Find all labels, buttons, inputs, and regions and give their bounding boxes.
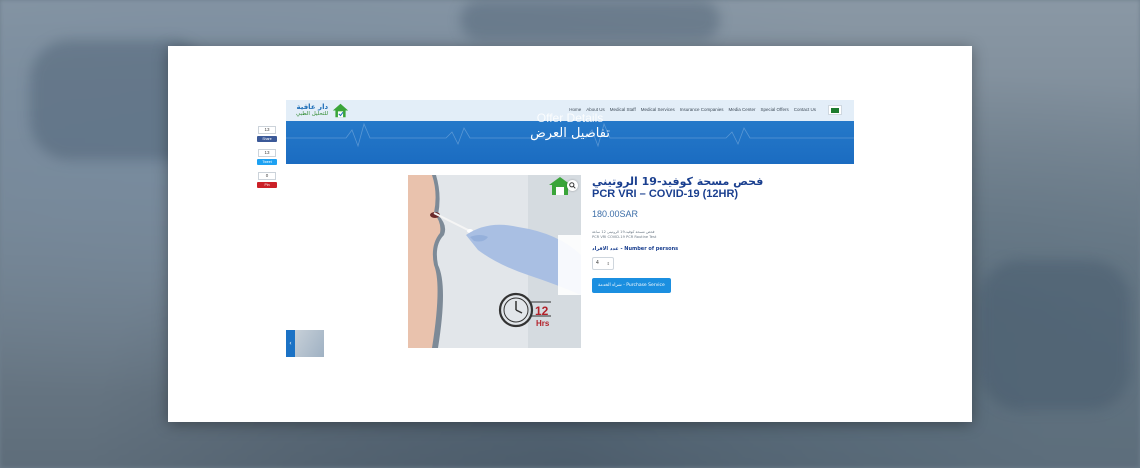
persons-label: عدد الافراد - Number of persons	[592, 245, 679, 252]
facebook-share-count: 13	[258, 126, 276, 134]
product-details: فحص مسحة كوفيد-19 الروتيني PCR VRI – COV…	[592, 175, 792, 293]
product-image[interactable]: 12 Hrs	[408, 175, 581, 348]
product-title-ar: فحص مسحة كوفيد-19 الروتيني	[592, 175, 764, 188]
banner-title-ar: تفاصيل العرض	[530, 126, 610, 141]
product-description: فحص مسحة كوفيد-19 الروتيني 12 ساعة PCR V…	[592, 230, 657, 240]
pinterest-share-count: 0	[258, 172, 276, 180]
social-share: 13 Share 13 Tweet 0 Pin	[256, 126, 278, 193]
product-thumbnail[interactable]: ‹	[286, 330, 324, 357]
hours-badge-unit: Hrs	[536, 319, 550, 328]
background-shape	[460, 0, 720, 40]
twitter-share-count: 13	[258, 149, 276, 157]
purchase-service-button[interactable]: شراء الخدمة - Purchase Service	[592, 277, 671, 293]
quantity-value[interactable]: 4	[596, 260, 599, 266]
hours-badge-number: 12	[535, 304, 549, 318]
pcr-swab-illustration	[408, 175, 581, 348]
product-title-en: PCR VRI – COVID-19 (12HR)	[592, 188, 739, 201]
facebook-share-button[interactable]: Share	[257, 136, 277, 142]
page-banner: دار عافية للتحليل الطبي Home About Us Me…	[286, 100, 854, 164]
stepper-arrows-icon[interactable]: ⇕	[607, 261, 610, 266]
pinterest-share-button[interactable]: Pin	[257, 182, 277, 188]
product-price: 180.00SAR	[592, 209, 639, 220]
chevron-left-icon[interactable]: ‹	[286, 330, 295, 357]
twitter-share-button[interactable]: Tweet	[257, 159, 277, 165]
zoom-icon[interactable]	[567, 180, 578, 191]
banner-title-en: Offer Details	[536, 111, 604, 125]
quantity-stepper[interactable]: 4 ⇕	[592, 256, 614, 270]
background-shape	[980, 260, 1130, 410]
